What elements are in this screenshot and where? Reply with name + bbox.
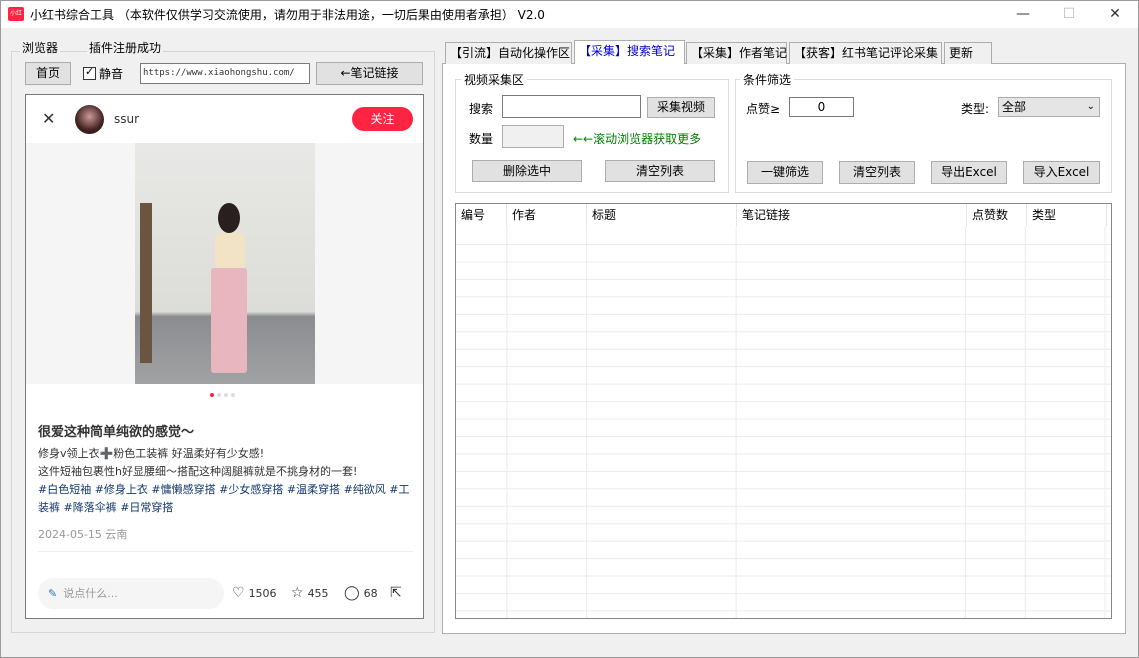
- app-window: 小红书 小红书综合工具 （本软件仅供学习交流使用，请勿用于非法用途，一切后果由使…: [0, 0, 1139, 658]
- scroll-hint: ←←滚动浏览器获取更多: [573, 132, 702, 146]
- pager-dot[interactable]: [217, 393, 221, 397]
- col-header-author[interactable]: 作者: [507, 204, 587, 226]
- pager-dot[interactable]: [224, 393, 228, 397]
- tab-browser[interactable]: 浏览器: [20, 39, 61, 56]
- close-icon[interactable]: ✕: [42, 109, 55, 128]
- table-gridlines: [456, 226, 1111, 618]
- note-image-area[interactable]: [26, 143, 423, 384]
- app-logo-icon: 小红书: [8, 7, 24, 31]
- pager-dot[interactable]: [231, 393, 235, 397]
- chevron-down-icon: ⌄: [1086, 101, 1095, 112]
- browser-view[interactable]: ✕ ssur 关注 很爱这种简单纯欲的感觉～ 修身v领上衣➕粉色工装裤 好温柔好…: [25, 94, 424, 619]
- pager-dot[interactable]: [210, 393, 214, 397]
- url-field[interactable]: https://www.xiaohongshu.com/: [140, 63, 310, 84]
- heart-icon: ♡: [232, 585, 245, 601]
- note-title: 很爱这种简单纯欲的感觉～: [38, 425, 195, 440]
- col-header-link[interactable]: 笔记链接: [737, 204, 967, 226]
- share-icon: ⇱: [390, 585, 402, 601]
- clear-list-button[interactable]: 清空列表: [605, 160, 715, 182]
- count-label: 数量: [469, 132, 494, 146]
- title-bar: 小红书 小红书综合工具 （本软件仅供学习交流使用，请勿用于非法用途，一切后果由使…: [1, 1, 1138, 31]
- minimize-button[interactable]: —: [1000, 1, 1046, 28]
- maximize-button[interactable]: ☐: [1046, 1, 1092, 28]
- search-input[interactable]: [502, 95, 641, 118]
- note-tags[interactable]: #白色短袖 #修身上衣 #慵懒感穿搭 #少女感穿搭 #温柔穿搭 #纯欲风 #工装…: [38, 481, 410, 517]
- results-table[interactable]: 编号 作者 标题 笔记链接 点赞数 类型: [455, 203, 1112, 619]
- export-excel-button[interactable]: 导出Excel: [931, 161, 1007, 184]
- tab-author-notes[interactable]: 【采集】作者笔记: [686, 42, 787, 64]
- share-button[interactable]: ⇱: [390, 585, 402, 601]
- count-field: [502, 125, 564, 148]
- person-top-shape: [215, 233, 245, 268]
- col-header-title[interactable]: 标题: [587, 204, 737, 226]
- delete-selected-button[interactable]: 删除选中: [472, 160, 582, 182]
- type-filter-label: 类型:: [961, 102, 990, 116]
- likes-filter-label: 点赞≥: [746, 102, 781, 116]
- col-header-id[interactable]: 编号: [456, 204, 507, 226]
- plugin-status-label: 插件注册成功: [87, 39, 164, 56]
- search-label: 搜索: [469, 102, 494, 116]
- filter-legend: 条件筛选: [740, 71, 795, 88]
- col-header-type[interactable]: 类型: [1027, 204, 1107, 226]
- window-title: 小红书综合工具 （本软件仅供学习交流使用，请勿用于非法用途，一切后果由使用者承担…: [30, 8, 545, 22]
- note-date-location: 2024-05-15 云南: [38, 528, 128, 541]
- import-excel-button[interactable]: 导入Excel: [1023, 161, 1100, 184]
- like-button[interactable]: ♡ 1506: [232, 585, 277, 601]
- collect-legend: 视频采集区: [461, 71, 528, 88]
- close-button[interactable]: ✕: [1092, 1, 1138, 28]
- comment-placeholder: 说点什么...: [63, 587, 118, 600]
- pen-icon: ✎: [48, 587, 58, 600]
- collect-video-button[interactable]: 采集视频: [647, 97, 715, 118]
- mute-label: 静音: [99, 67, 124, 81]
- mute-checkbox[interactable]: 静音: [83, 65, 123, 82]
- divider: [38, 551, 413, 552]
- like-count: 1506: [248, 586, 277, 600]
- home-button[interactable]: 首页: [25, 62, 71, 85]
- note-link-button[interactable]: ←笔记链接: [316, 62, 423, 85]
- comment-count: 68: [363, 586, 378, 600]
- star-icon: ☆: [291, 585, 304, 601]
- tab-search-notes[interactable]: 【采集】搜索笔记: [574, 40, 685, 64]
- mute-check-icon[interactable]: [83, 65, 96, 80]
- avatar[interactable]: [75, 105, 104, 134]
- clothes-rack-shape: [140, 203, 152, 363]
- note-photo: [135, 143, 315, 384]
- comment-input[interactable]: ✎ 说点什么...: [38, 578, 224, 609]
- type-select-value: 全部: [1002, 100, 1027, 114]
- type-select[interactable]: 全部 ⌄: [998, 97, 1100, 117]
- person-pants-shape: [211, 268, 247, 373]
- author-name[interactable]: ssur: [114, 112, 139, 126]
- one-click-filter-button[interactable]: 一键筛选: [747, 161, 823, 184]
- star-count: 455: [307, 586, 329, 600]
- note-body: 修身v领上衣➕粉色工装裤 好温柔好有少女感! 这件短袖包裹性h好显腰细～搭配这种…: [38, 445, 410, 517]
- note-line: 这件短袖包裹性h好显腰细～搭配这种阔腿裤就是不挑身材的一套!: [38, 465, 358, 478]
- tab-automation[interactable]: 【引流】自动化操作区: [445, 42, 572, 64]
- comment-icon: ◯: [344, 585, 360, 601]
- col-header-likes[interactable]: 点赞数: [967, 204, 1027, 226]
- person-hair-shape: [218, 203, 240, 233]
- tab-comment-collect[interactable]: 【获客】红书笔记评论采集: [789, 42, 942, 64]
- image-pager[interactable]: [210, 393, 235, 397]
- tab-update[interactable]: 更新: [944, 42, 992, 64]
- filter-clear-list-button[interactable]: 清空列表: [839, 161, 915, 184]
- comment-button[interactable]: ◯ 68: [344, 585, 378, 601]
- likes-filter-input[interactable]: 0: [789, 97, 854, 117]
- note-line: 修身v领上衣➕粉色工装裤 好温柔好有少女感!: [38, 447, 265, 460]
- table-header: 编号 作者 标题 笔记链接 点赞数 类型: [456, 204, 1111, 226]
- star-button[interactable]: ☆ 455: [291, 585, 329, 601]
- follow-button[interactable]: 关注: [352, 107, 413, 131]
